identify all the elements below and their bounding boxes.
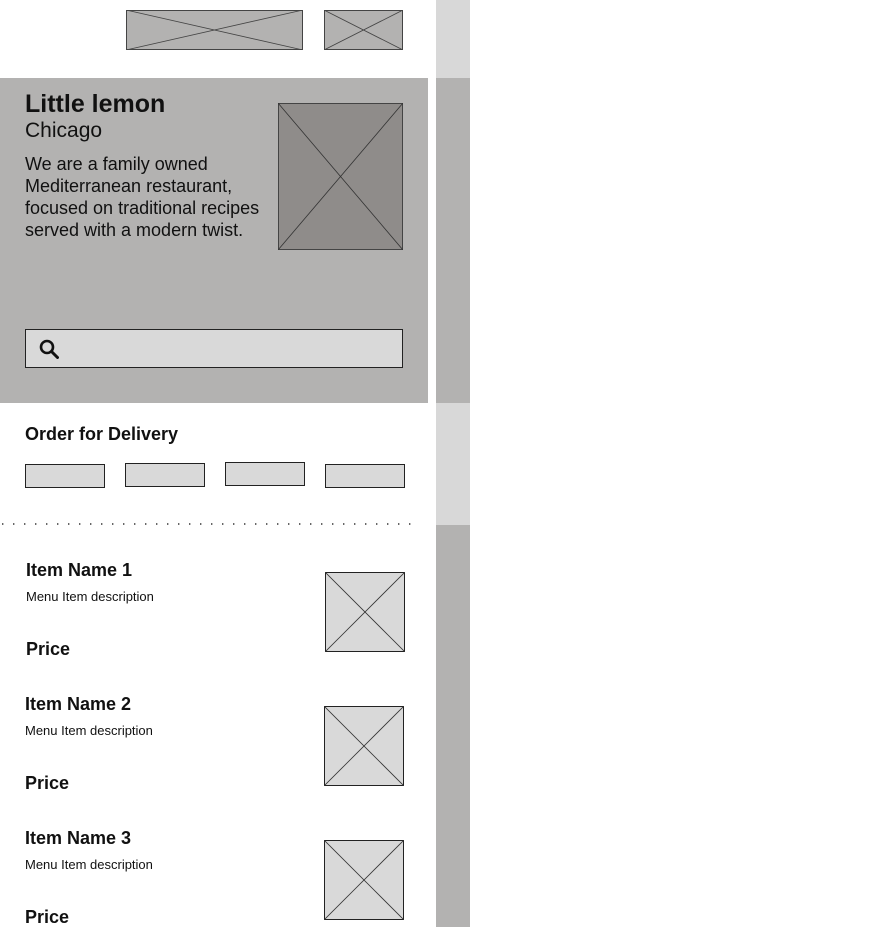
menu-item-description: Menu Item description bbox=[25, 723, 153, 738]
category-chip[interactable] bbox=[25, 464, 105, 488]
scroll-track-segment bbox=[436, 0, 470, 78]
search-input[interactable] bbox=[25, 329, 403, 368]
scroll-track-segment bbox=[436, 403, 470, 525]
restaurant-title: Little lemon bbox=[25, 90, 166, 118]
menu-item-image-placeholder bbox=[325, 572, 405, 652]
category-chip[interactable] bbox=[125, 463, 205, 487]
scroll-track-segment bbox=[436, 525, 470, 927]
menu-item-price: Price bbox=[26, 639, 71, 659]
menu-item-image-placeholder bbox=[324, 706, 404, 786]
scroll-track[interactable] bbox=[436, 0, 470, 927]
logo-image-placeholder[interactable] bbox=[126, 10, 303, 50]
restaurant-city: Chicago bbox=[25, 119, 103, 142]
search-icon bbox=[39, 339, 59, 359]
menu-item-name: Item Name 2 bbox=[25, 694, 132, 714]
basket-icon-placeholder[interactable] bbox=[324, 10, 403, 50]
restaurant-description: We are a family owned Mediterranean rest… bbox=[25, 154, 260, 240]
menu-item-description: Menu Item description bbox=[26, 589, 154, 604]
menu-item-name: Item Name 3 bbox=[25, 828, 132, 848]
menu-item-description: Menu Item description bbox=[25, 857, 153, 872]
hero-image-placeholder bbox=[278, 103, 403, 250]
menu-item-name: Item Name 1 bbox=[26, 560, 133, 580]
scroll-track-segment bbox=[436, 78, 470, 403]
section-divider bbox=[0, 523, 420, 525]
delivery-heading: Order for Delivery bbox=[25, 424, 179, 444]
category-chip[interactable] bbox=[325, 464, 405, 488]
category-chip[interactable] bbox=[225, 462, 305, 486]
menu-item-price: Price bbox=[25, 773, 70, 793]
menu-item-image-placeholder bbox=[324, 840, 404, 920]
menu-item-price: Price bbox=[25, 907, 70, 927]
